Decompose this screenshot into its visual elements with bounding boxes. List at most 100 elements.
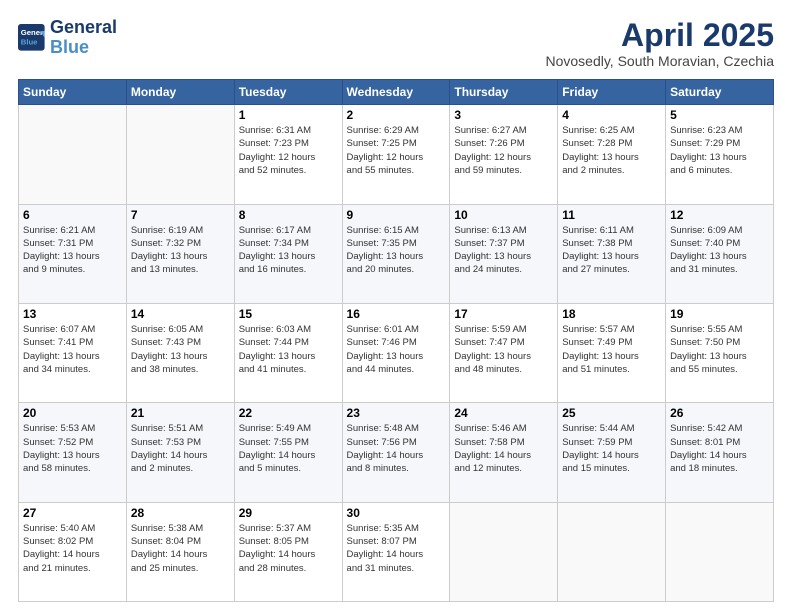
calendar-cell: 10 Sunrise: 6:13 AM Sunset: 7:37 PM Dayli… [450, 204, 558, 303]
day-number: 21 [131, 406, 230, 420]
logo: General Blue General Blue [18, 18, 117, 58]
calendar-table: SundayMondayTuesdayWednesdayThursdayFrid… [18, 79, 774, 602]
day-number: 11 [562, 208, 661, 222]
logo-line1: General [50, 17, 117, 37]
day-info: Sunrise: 5:44 AM Sunset: 7:59 PM Dayligh… [562, 422, 661, 475]
day-number: 10 [454, 208, 553, 222]
day-number: 26 [670, 406, 769, 420]
calendar-cell: 1 Sunrise: 6:31 AM Sunset: 7:23 PM Daylig… [234, 105, 342, 204]
day-info: Sunrise: 5:46 AM Sunset: 7:58 PM Dayligh… [454, 422, 553, 475]
calendar-cell: 13 Sunrise: 6:07 AM Sunset: 7:41 PM Dayli… [19, 303, 127, 402]
day-number: 28 [131, 506, 230, 520]
calendar-cell [126, 105, 234, 204]
day-info: Sunrise: 6:01 AM Sunset: 7:46 PM Dayligh… [347, 323, 446, 376]
calendar-cell: 18 Sunrise: 5:57 AM Sunset: 7:49 PM Dayli… [558, 303, 666, 402]
calendar-cell: 3Sunrise: 6:27 AM Sunset: 7:26 PM Daylig… [450, 105, 558, 204]
day-info: Sunrise: 5:35 AM Sunset: 8:07 PM Dayligh… [347, 522, 446, 575]
day-number: 19 [670, 307, 769, 321]
calendar-cell: 23 Sunrise: 5:48 AM Sunset: 7:56 PM Dayli… [342, 403, 450, 502]
day-number: 23 [347, 406, 446, 420]
day-info: Sunrise: 6:13 AM Sunset: 7:37 PM Dayligh… [454, 224, 553, 277]
day-info: Sunrise: 5:53 AM Sunset: 7:52 PM Dayligh… [23, 422, 122, 475]
calendar-cell [666, 502, 774, 601]
calendar-cell [450, 502, 558, 601]
logo-text: General Blue [50, 18, 117, 58]
calendar-cell [19, 105, 127, 204]
day-info: Sunrise: 6:19 AM Sunset: 7:32 PM Dayligh… [131, 224, 230, 277]
calendar-cell: 4 Sunrise: 6:25 AM Sunset: 7:28 PM Daylig… [558, 105, 666, 204]
day-number: 8 [239, 208, 338, 222]
svg-text:Blue: Blue [21, 37, 38, 46]
day-number: 25 [562, 406, 661, 420]
day-info: Sunrise: 6:25 AM Sunset: 7:28 PM Dayligh… [562, 124, 661, 177]
calendar-cell: 6 Sunrise: 6:21 AM Sunset: 7:31 PM Daylig… [19, 204, 127, 303]
day-number: 24 [454, 406, 553, 420]
calendar-cell: 16 Sunrise: 6:01 AM Sunset: 7:46 PM Dayli… [342, 303, 450, 402]
calendar-cell [558, 502, 666, 601]
calendar-cell: 14 Sunrise: 6:05 AM Sunset: 7:43 PM Dayli… [126, 303, 234, 402]
calendar-cell: 22Sunrise: 5:49 AM Sunset: 7:55 PM Dayli… [234, 403, 342, 502]
day-number: 16 [347, 307, 446, 321]
weekday-header-saturday: Saturday [666, 80, 774, 105]
calendar-cell: 7 Sunrise: 6:19 AM Sunset: 7:32 PM Daylig… [126, 204, 234, 303]
calendar-cell: 12Sunrise: 6:09 AM Sunset: 7:40 PM Dayli… [666, 204, 774, 303]
day-number: 30 [347, 506, 446, 520]
calendar-week-row: 20 Sunrise: 5:53 AM Sunset: 7:52 PM Dayli… [19, 403, 774, 502]
calendar-cell: 21 Sunrise: 5:51 AM Sunset: 7:53 PM Dayli… [126, 403, 234, 502]
day-number: 20 [23, 406, 122, 420]
month-title: April 2025 [545, 18, 774, 53]
day-number: 7 [131, 208, 230, 222]
page: General Blue General Blue April 2025 Nov… [0, 0, 792, 612]
day-info: Sunrise: 6:21 AM Sunset: 7:31 PM Dayligh… [23, 224, 122, 277]
day-number: 22 [239, 406, 338, 420]
calendar-cell: 15Sunrise: 6:03 AM Sunset: 7:44 PM Dayli… [234, 303, 342, 402]
day-info: Sunrise: 5:40 AM Sunset: 8:02 PM Dayligh… [23, 522, 122, 575]
calendar-cell: 28 Sunrise: 5:38 AM Sunset: 8:04 PM Dayli… [126, 502, 234, 601]
day-info: Sunrise: 6:05 AM Sunset: 7:43 PM Dayligh… [131, 323, 230, 376]
weekday-header-tuesday: Tuesday [234, 80, 342, 105]
weekday-header-monday: Monday [126, 80, 234, 105]
calendar-week-row: 13 Sunrise: 6:07 AM Sunset: 7:41 PM Dayli… [19, 303, 774, 402]
day-number: 5 [670, 108, 769, 122]
calendar-cell: 8 Sunrise: 6:17 AM Sunset: 7:34 PM Daylig… [234, 204, 342, 303]
weekday-header-sunday: Sunday [19, 80, 127, 105]
calendar-cell: 11 Sunrise: 6:11 AM Sunset: 7:38 PM Dayli… [558, 204, 666, 303]
calendar-cell: 2Sunrise: 6:29 AM Sunset: 7:25 PM Daylig… [342, 105, 450, 204]
day-info: Sunrise: 5:38 AM Sunset: 8:04 PM Dayligh… [131, 522, 230, 575]
day-info: Sunrise: 6:11 AM Sunset: 7:38 PM Dayligh… [562, 224, 661, 277]
day-info: Sunrise: 6:27 AM Sunset: 7:26 PM Dayligh… [454, 124, 553, 177]
calendar-cell: 24 Sunrise: 5:46 AM Sunset: 7:58 PM Dayli… [450, 403, 558, 502]
calendar-cell: 27Sunrise: 5:40 AM Sunset: 8:02 PM Dayli… [19, 502, 127, 601]
calendar-cell: 17Sunrise: 5:59 AM Sunset: 7:47 PM Dayli… [450, 303, 558, 402]
location-title: Novosedly, South Moravian, Czechia [545, 53, 774, 69]
calendar-cell: 9Sunrise: 6:15 AM Sunset: 7:35 PM Daylig… [342, 204, 450, 303]
title-block: April 2025 Novosedly, South Moravian, Cz… [545, 18, 774, 69]
calendar-cell: 19 Sunrise: 5:55 AM Sunset: 7:50 PM Dayli… [666, 303, 774, 402]
day-info: Sunrise: 5:51 AM Sunset: 7:53 PM Dayligh… [131, 422, 230, 475]
day-number: 9 [347, 208, 446, 222]
calendar-cell: 30 Sunrise: 5:35 AM Sunset: 8:07 PM Dayli… [342, 502, 450, 601]
day-info: Sunrise: 5:48 AM Sunset: 7:56 PM Dayligh… [347, 422, 446, 475]
day-number: 18 [562, 307, 661, 321]
calendar-cell: 29 Sunrise: 5:37 AM Sunset: 8:05 PM Dayli… [234, 502, 342, 601]
day-info: Sunrise: 6:09 AM Sunset: 7:40 PM Dayligh… [670, 224, 769, 277]
day-number: 6 [23, 208, 122, 222]
calendar-cell: 26Sunrise: 5:42 AM Sunset: 8:01 PM Dayli… [666, 403, 774, 502]
day-number: 4 [562, 108, 661, 122]
day-info: Sunrise: 6:31 AM Sunset: 7:23 PM Dayligh… [239, 124, 338, 177]
day-info: Sunrise: 6:07 AM Sunset: 7:41 PM Dayligh… [23, 323, 122, 376]
day-number: 14 [131, 307, 230, 321]
day-number: 17 [454, 307, 553, 321]
day-info: Sunrise: 5:37 AM Sunset: 8:05 PM Dayligh… [239, 522, 338, 575]
weekday-header-thursday: Thursday [450, 80, 558, 105]
calendar-cell: 25 Sunrise: 5:44 AM Sunset: 7:59 PM Dayli… [558, 403, 666, 502]
calendar-week-row: 6 Sunrise: 6:21 AM Sunset: 7:31 PM Daylig… [19, 204, 774, 303]
day-info: Sunrise: 5:57 AM Sunset: 7:49 PM Dayligh… [562, 323, 661, 376]
day-info: Sunrise: 5:55 AM Sunset: 7:50 PM Dayligh… [670, 323, 769, 376]
day-number: 13 [23, 307, 122, 321]
day-number: 1 [239, 108, 338, 122]
day-info: Sunrise: 6:03 AM Sunset: 7:44 PM Dayligh… [239, 323, 338, 376]
calendar-cell: 5Sunrise: 6:23 AM Sunset: 7:29 PM Daylig… [666, 105, 774, 204]
day-number: 29 [239, 506, 338, 520]
day-info: Sunrise: 6:17 AM Sunset: 7:34 PM Dayligh… [239, 224, 338, 277]
